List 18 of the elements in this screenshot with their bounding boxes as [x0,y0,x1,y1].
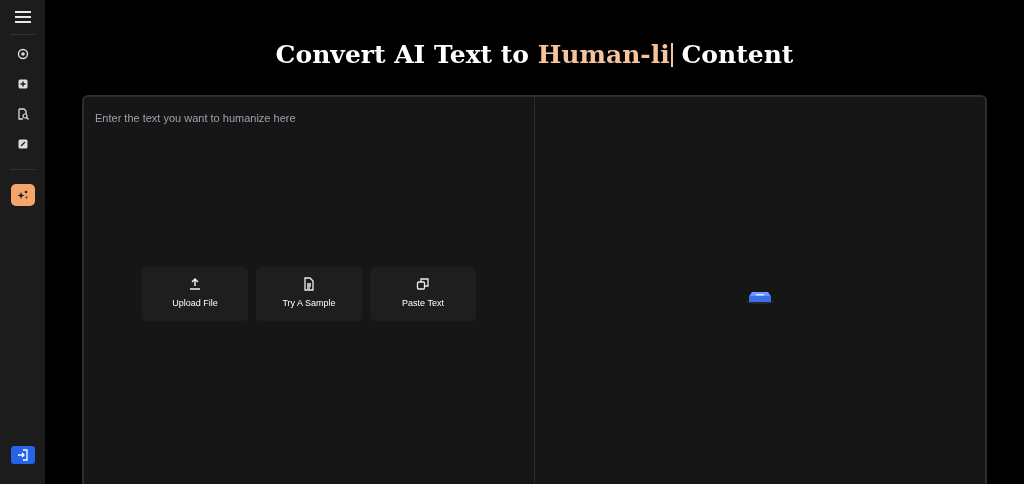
target-icon [16,48,29,60]
action-button[interactable]: Try A Sample [256,267,362,321]
logout-icon [16,449,29,461]
sidebar-item[interactable] [10,184,35,206]
upload-icon [188,277,202,292]
action-button[interactable]: Upload File [142,267,248,321]
logout-button[interactable] [10,446,35,464]
text-cursor [670,43,673,67]
sparkle-icon [16,189,29,201]
document-search-icon [16,108,29,120]
note-icon [16,138,29,150]
action-button[interactable]: Paste Text [370,267,476,321]
menu-icon[interactable] [14,10,31,24]
document-icon [302,277,316,292]
page-title: Convert AI Text to Human-li Content [274,39,795,71]
copy-icon [416,277,430,292]
text-input-field[interactable]: Enter the text you want to humanize here [84,97,534,237]
plus-icon [16,78,29,90]
